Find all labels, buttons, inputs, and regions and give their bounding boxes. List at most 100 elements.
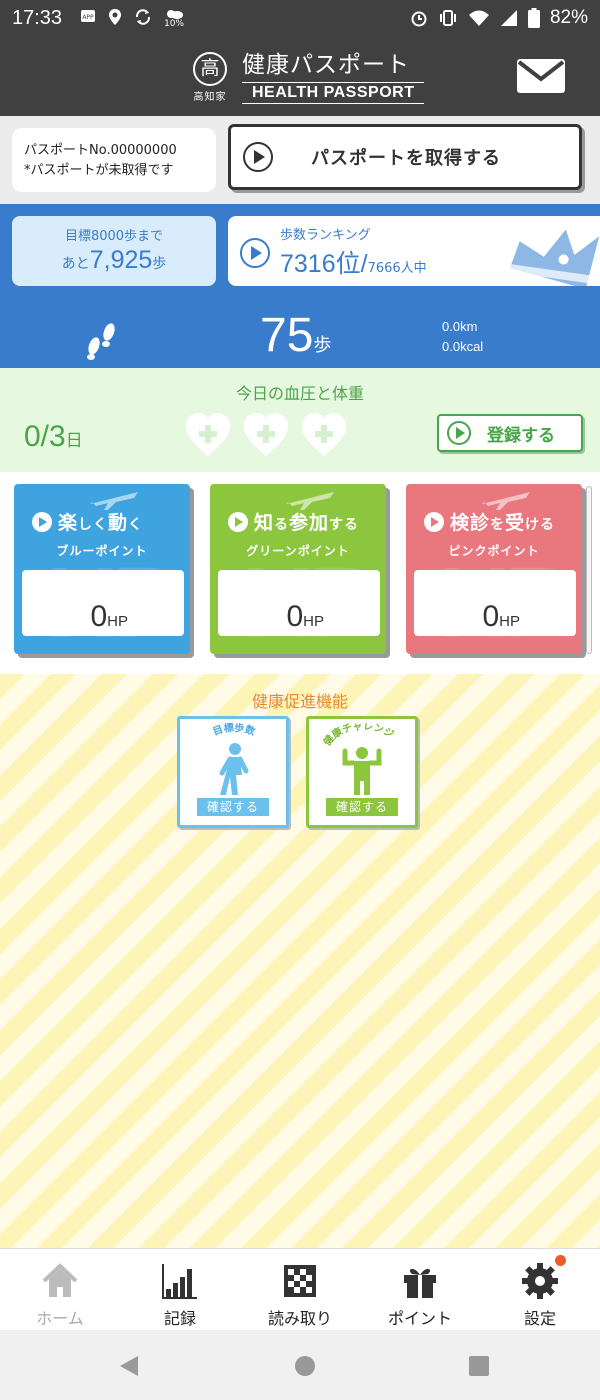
kochi-emblem-mark: 高 — [193, 51, 227, 86]
nav-label: 記録 — [163, 1309, 196, 1328]
heart-plus-icon — [186, 413, 230, 456]
horizontal-scrollbar[interactable] — [586, 486, 592, 654]
card-value-unit: HP — [107, 613, 128, 630]
blood-pressure-section: 今日の血圧と体重 0/3日 登録する — [0, 368, 600, 472]
step-count-value: 75 — [260, 309, 314, 362]
heart-plus-icon — [244, 413, 288, 456]
card-heading: 検診を受ける — [424, 508, 555, 535]
step-stats: 0.0km 0.0kcal — [442, 317, 483, 357]
bottom-navigation: ホーム 記録 読み取り ポイント 設定 — [0, 1248, 600, 1330]
play-icon — [228, 511, 248, 532]
card-title-part: 検診 — [450, 512, 491, 534]
rank-total: 7666人中 — [367, 261, 427, 276]
heart-plus-icon — [302, 413, 346, 456]
nav-item-points[interactable]: ポイント — [360, 1249, 480, 1330]
register-button[interactable]: 登録する — [437, 414, 583, 452]
weather-pct: 10% — [164, 18, 185, 29]
bp-count-unit: 日 — [65, 431, 83, 451]
card-title-part: を — [490, 517, 506, 533]
bp-count-value: 0/3 — [24, 420, 66, 453]
vibrate-icon — [439, 10, 456, 26]
mail-button[interactable] — [516, 58, 566, 94]
card-subtitle: グリーンポイント — [246, 544, 350, 558]
flexing-person-icon: 健康チャレンジ — [320, 723, 396, 795]
nav-item-settings[interactable]: 設定 — [480, 1249, 600, 1330]
card-value-unit: HP — [303, 613, 324, 630]
gear-icon — [520, 1255, 566, 1301]
health-challenge-tile[interactable]: 健康チャレンジ 確認する — [306, 716, 418, 828]
recents-icon[interactable] — [468, 1354, 490, 1378]
status-right: 82% — [410, 7, 588, 29]
card-title-part: しく — [78, 517, 109, 533]
blue-point-card[interactable]: HP 楽しく動く ブルーポイント 0HP — [14, 484, 190, 654]
back-icon[interactable] — [118, 1354, 140, 1378]
status-bar: 17:33 APP 10% 82% — [0, 0, 600, 36]
card-title-part: する — [329, 517, 360, 533]
tile-caption: 健康チャレンジ — [320, 723, 395, 748]
svg-text:APP: APP — [82, 14, 94, 21]
status-time: 17:33 — [12, 6, 63, 29]
step-goal-label: 目標8000歩まで — [64, 229, 164, 244]
step-count-unit: 歩 — [313, 335, 332, 356]
app-logo: 高 高知家 健康パスポート HEALTH PASSPORT — [190, 50, 425, 104]
promo-title: 健康促進機能 — [251, 692, 348, 711]
nav-item-scan[interactable]: 読み取り — [240, 1249, 360, 1330]
play-icon — [447, 421, 471, 445]
card-value-number: 0 — [482, 600, 500, 633]
card-title-part: 楽 — [58, 512, 79, 534]
card-title-part: 参加 — [289, 512, 330, 534]
bp-title: 今日の血圧と体重 — [235, 384, 364, 403]
svg-text:目標歩数: 目標歩数 — [211, 723, 258, 738]
bp-day-count: 0/3日 — [24, 420, 83, 454]
rank-position: 7316位 — [280, 250, 361, 278]
play-icon — [32, 511, 52, 532]
confirm-button[interactable]: 確認する — [197, 798, 269, 816]
passport-row: パスポートNo.00000000 *パスポートが未取得です パスポートを取得する — [0, 116, 600, 204]
pink-point-card[interactable]: HP 検診を受ける ピンクポイント 0HP — [406, 484, 582, 654]
goal-remaining-value: 7,925 — [89, 246, 153, 274]
card-value-unit: HP — [499, 613, 520, 630]
get-passport-button[interactable]: パスポートを取得する — [228, 124, 582, 190]
card-title-part: く — [128, 517, 144, 533]
battery-pct: 82% — [549, 7, 588, 28]
nav-label: 設定 — [523, 1309, 556, 1328]
nav-label: ホーム — [36, 1309, 84, 1328]
bar-chart-icon — [160, 1261, 200, 1301]
step-goal-box[interactable]: 目標8000歩まで あと7,925歩 — [12, 216, 216, 286]
nav-label: ポイント — [387, 1309, 452, 1328]
goal-unit: 歩 — [152, 256, 167, 272]
notification-badge — [555, 1255, 566, 1266]
green-point-card[interactable]: HP 知る参加する グリーンポイント 0HP — [210, 484, 386, 654]
home-circle-icon[interactable] — [294, 1354, 316, 1378]
qr-code-icon — [280, 1261, 320, 1301]
play-icon — [240, 238, 270, 268]
tile-caption: 目標歩数 — [211, 723, 258, 738]
nav-item-home[interactable]: ホーム — [0, 1249, 120, 1330]
nav-item-records[interactable]: 記録 — [120, 1249, 240, 1330]
card-value-box: 0HP — [218, 570, 380, 636]
step-ranking-button[interactable]: 歩数ランキング 7316位/7666人中 — [228, 216, 600, 286]
distance-value: 0.0km — [442, 319, 478, 334]
card-value: 0HP — [482, 600, 520, 633]
card-title: 楽しく動く — [58, 508, 143, 535]
card-heading: 知る参加する — [228, 508, 359, 535]
card-title-part: る — [274, 517, 290, 533]
card-value-box: 0HP — [414, 570, 576, 636]
card-value-number: 0 — [90, 600, 108, 633]
app-title: 健康パスポート HEALTH PASSPORT — [242, 50, 425, 104]
card-title-part: 受 — [505, 512, 526, 534]
card-subtitle: ピンクポイント — [448, 544, 540, 558]
card-value: 0HP — [90, 600, 128, 633]
nav-label: 読み取り — [267, 1309, 332, 1328]
card-title-part: 知 — [254, 512, 275, 534]
app-header: 高 高知家 健康パスポート HEALTH PASSPORT — [0, 36, 600, 116]
step-goal-tile[interactable]: 目標歩数 確認する — [177, 716, 289, 828]
sync-icon — [136, 8, 151, 25]
today-step-count: 75歩 — [260, 308, 331, 363]
passport-number: パスポートNo.00000000 — [24, 143, 177, 158]
card-value-number: 0 — [286, 600, 304, 633]
passport-status: *パスポートが未取得です — [24, 163, 174, 178]
status-left-icons: APP 10% — [80, 8, 184, 29]
kochi-emblem: 高 高知家 — [190, 51, 230, 103]
confirm-button[interactable]: 確認する — [326, 798, 398, 816]
